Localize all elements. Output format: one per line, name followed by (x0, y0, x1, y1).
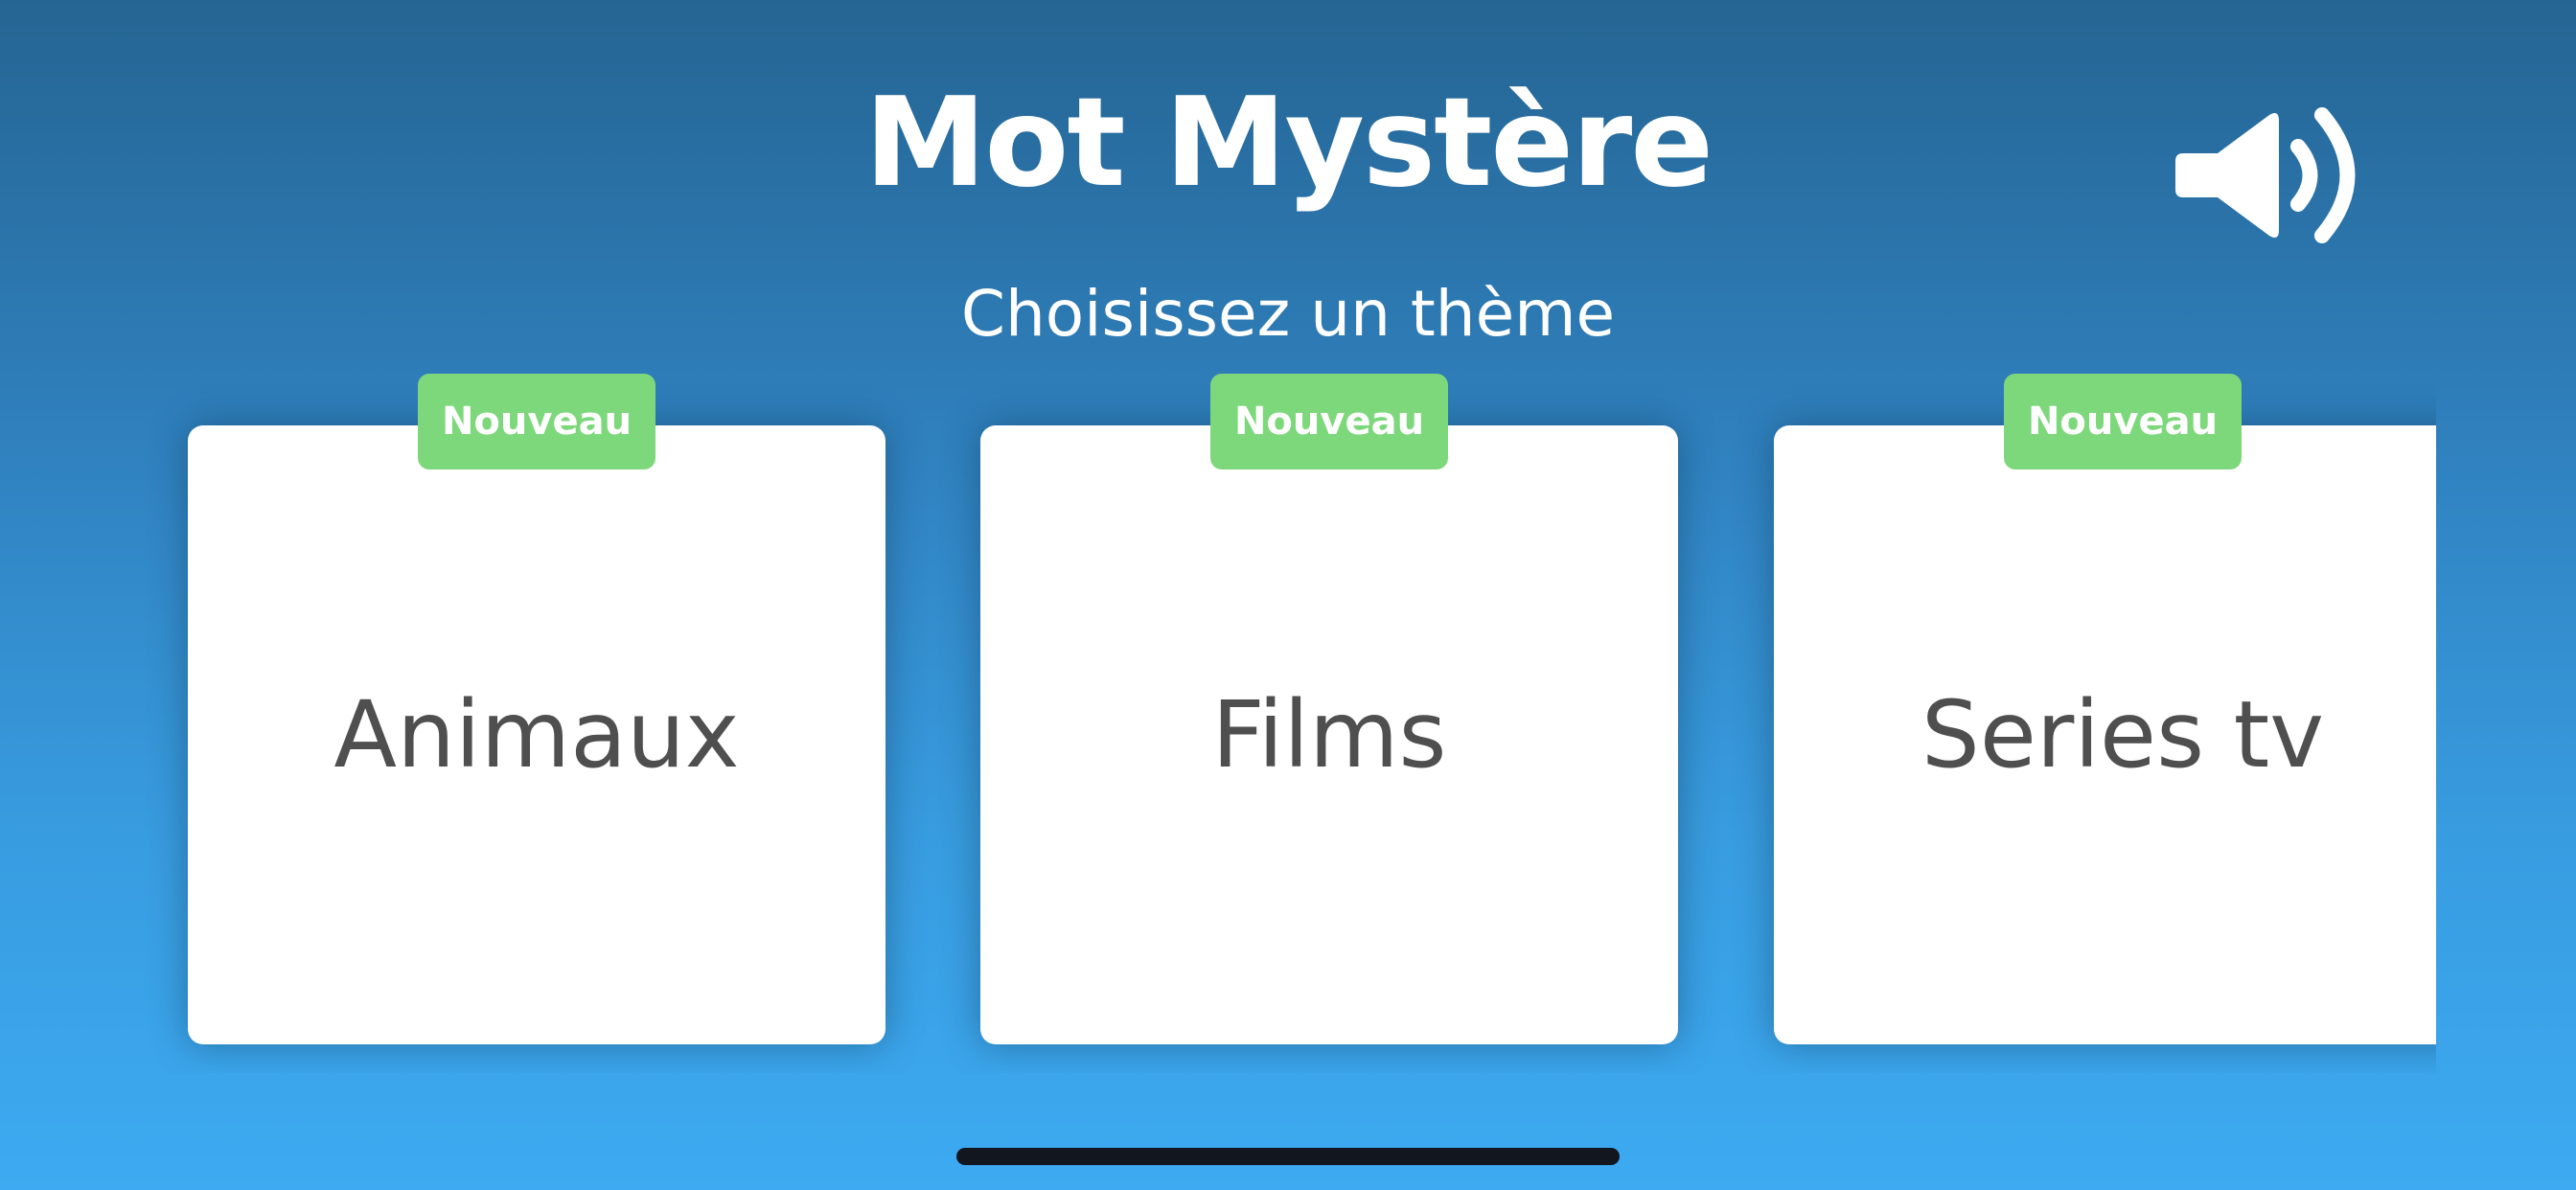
new-badge: Nouveau (418, 374, 656, 469)
theme-card-label: Films (1211, 681, 1447, 789)
new-badge: Nouveau (2004, 374, 2242, 469)
sound-toggle-button[interactable] (2174, 103, 2356, 247)
theme-card-animaux[interactable]: Animaux (188, 425, 886, 1044)
home-indicator[interactable] (956, 1148, 1620, 1165)
new-badge: Nouveau (1210, 374, 1448, 469)
theme-card-label: Series tv (1920, 681, 2325, 789)
speaker-volume-icon (2175, 107, 2356, 243)
theme-card-label: Animaux (334, 681, 740, 789)
app-screen: Mot Mystère Choisissez un thème Animaux … (0, 0, 2576, 1190)
theme-card-series-tv[interactable]: Series tv (1774, 425, 2436, 1044)
subtitle: Choisissez un thème (960, 277, 1616, 351)
theme-card-films[interactable]: Films (980, 425, 1678, 1044)
theme-carousel[interactable]: Animaux Nouveau Films Nouveau Series tv … (0, 374, 2436, 1073)
